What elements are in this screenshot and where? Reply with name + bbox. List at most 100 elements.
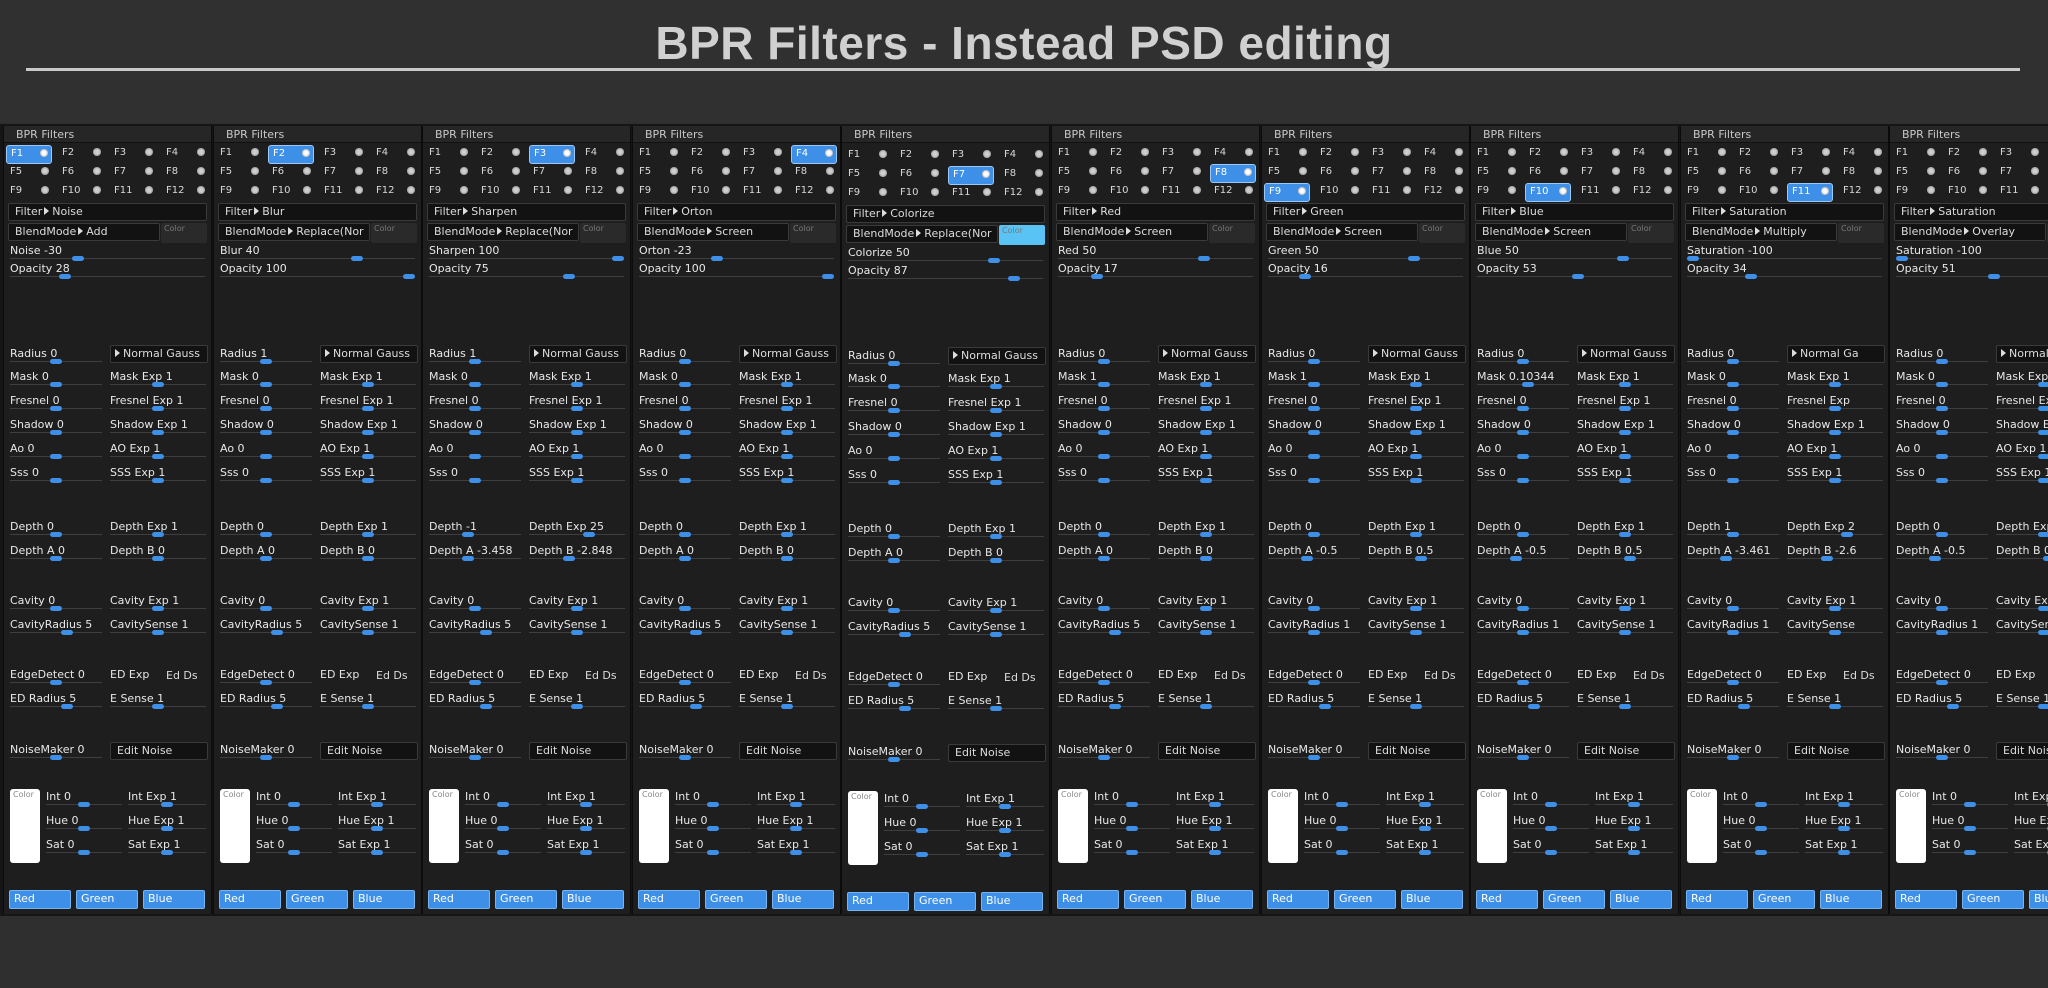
mask-slider[interactable]: Mask 0 [429,370,521,388]
shadow-slider-handle[interactable] [1308,430,1320,435]
ed-radius-slider-handle[interactable] [1738,704,1751,709]
ed-radius-slider[interactable]: ED Radius 5 [1268,692,1360,710]
red-button[interactable]: Red [1057,890,1119,909]
shadow-exp-slider[interactable]: Shadow Exp 1 [1787,418,1883,436]
e-sense-slider-handle[interactable] [1200,704,1212,709]
filter-slot-f7[interactable]: F7 [529,164,575,181]
cavity-slider[interactable]: Cavity 0 [1896,594,1988,612]
ed-exp-slider[interactable]: ED Exp [529,668,577,681]
sss-exp-slider[interactable]: SSS Exp 1 [1996,466,2048,484]
filter-slot-f8[interactable]: F8 [372,164,418,181]
sss-exp-slider[interactable]: SSS Exp 1 [529,466,625,484]
mask-slider-handle[interactable] [1098,382,1110,387]
cavity-radius-slider-handle[interactable] [271,630,284,635]
hue-exp-slider[interactable]: Hue Exp 1 [1595,814,1673,832]
strength-slider-handle[interactable] [1408,256,1421,261]
filter-type-select[interactable]: Filter Sharpen [427,203,626,221]
cavity-radius-slider-handle[interactable] [480,630,493,635]
radius-slider[interactable]: Radius 1 [429,347,521,365]
depth-exp-slider[interactable]: Depth Exp 1 [948,522,1044,540]
int-exp-slider[interactable]: Int Exp 1 [1595,790,1673,808]
noise-color-swatch[interactable]: Color [1477,789,1507,863]
green-button[interactable]: Green [1543,890,1605,909]
mask-exp-slider-handle[interactable] [2038,382,2048,387]
mask-slider-handle[interactable] [50,382,62,387]
fresnel-exp-slider-handle[interactable] [990,408,1002,413]
fresnel-exp-slider-handle[interactable] [571,406,583,411]
filter-type-select[interactable]: Filter Blue [1475,203,1674,221]
filter-slot-f12[interactable]: F12 [1629,183,1675,200]
edge-detect-slider[interactable]: EdgeDetect 0 [848,670,940,688]
filter-slot-f6[interactable]: F6 [1106,164,1152,181]
cavity-sense-slider-handle[interactable] [571,630,583,635]
green-button[interactable]: Green [1753,890,1815,909]
depth-b-slider[interactable]: Depth B 0.5 [1577,544,1673,562]
int-slider-handle[interactable] [497,802,509,807]
ao-slider-handle[interactable] [1936,454,1948,459]
fresnel-slider-handle[interactable] [1727,406,1739,411]
blue-button[interactable]: Blue [1820,890,1882,909]
int-slider-handle[interactable] [1126,802,1138,807]
e-sense-slider-handle[interactable] [1410,704,1422,709]
shadow-slider-handle[interactable] [1517,430,1529,435]
filter-slot-f9[interactable]: F9 [425,183,471,200]
gauss-mode-select[interactable]: Normal Gauss [1158,345,1256,363]
depth-b-slider[interactable]: Depth B 0.5 [1996,544,2048,562]
filter-color-swatch[interactable]: Color [1838,223,1884,243]
radius-slider[interactable]: Radius 0 [1687,347,1779,365]
cavity-slider-handle[interactable] [1098,606,1110,611]
mask-slider[interactable]: Mask 0 [639,370,731,388]
mask-slider[interactable]: Mask 0 [848,372,940,390]
filter-slot-f1[interactable]: F1 [1054,145,1100,162]
filter-slot-f1[interactable]: F1 [1473,145,1519,162]
int-exp-slider-handle[interactable] [1838,802,1850,807]
depth-slider-handle[interactable] [1308,532,1320,537]
depth-a-slider[interactable]: Depth A 0 [848,546,940,564]
strength-slider[interactable]: Red 50 [1058,244,1253,262]
depth-b-slider[interactable]: Depth B 0 [320,544,416,562]
shadow-exp-slider-handle[interactable] [990,432,1002,437]
filter-slot-f8[interactable]: F8 [162,164,208,181]
blendmode-select[interactable]: BlendMode Replace(Nor [427,223,579,241]
red-button[interactable]: Red [9,890,71,909]
ao-exp-slider[interactable]: AO Exp 1 [529,442,625,460]
depth-b-slider-handle[interactable] [781,556,793,561]
cavity-radius-slider[interactable]: CavityRadius 5 [10,618,102,636]
shadow-slider[interactable]: Shadow 0 [639,418,731,436]
depth-exp-slider-handle[interactable] [990,534,1002,539]
shadow-slider-handle[interactable] [679,430,691,435]
edge-detect-slider-handle[interactable] [1936,680,1948,685]
sat-slider[interactable]: Sat 0 [256,838,332,856]
sat-slider[interactable]: Sat 0 [465,838,541,856]
filter-slot-f2[interactable]: F2 [1316,145,1362,162]
mask-exp-slider[interactable]: Mask Exp 1 [529,370,625,388]
depth-exp-slider-handle[interactable] [582,532,595,537]
depth-exp-slider[interactable]: Depth Exp 1 [1158,520,1254,538]
filter-slot-f3[interactable]: F3 [948,147,994,164]
gauss-mode-select[interactable]: Normal Gauss [110,345,208,363]
filter-slot-f12[interactable]: F12 [581,183,627,200]
ao-exp-slider-handle[interactable] [781,454,793,459]
hue-exp-slider[interactable]: Hue Exp 1 [338,814,416,832]
filter-slot-f5[interactable]: F5 [216,164,262,181]
ao-exp-slider[interactable]: AO Exp 1 [320,442,416,460]
radius-slider-handle[interactable] [1517,359,1529,364]
filter-slot-f6[interactable]: F6 [1944,164,1990,181]
shadow-exp-slider-handle[interactable] [362,430,374,435]
cavity-sense-slider[interactable]: CavitySense 1 [110,618,206,636]
filter-slot-f1[interactable]: F1 [6,145,52,164]
cavity-slider-handle[interactable] [50,606,62,611]
strength-slider-handle[interactable] [72,256,85,261]
blue-button[interactable]: Blue [2029,890,2048,909]
shadow-exp-slider-handle[interactable] [1829,430,1841,435]
sss-slider-handle[interactable] [1308,478,1320,483]
ed-ds-button[interactable]: Ed Ds [160,668,206,684]
filter-slot-f9[interactable]: F9 [6,183,52,200]
filter-slot-f4[interactable]: F4 [1629,145,1675,162]
filter-slot-f7[interactable]: F7 [1368,164,1414,181]
filter-slot-f4[interactable]: F4 [791,145,837,164]
mask-slider[interactable]: Mask 0.10344 [1477,370,1569,388]
depth-slider-handle[interactable] [1936,532,1948,537]
int-exp-slider[interactable]: Int Exp 1 [757,790,835,808]
filter-slot-f7[interactable]: F7 [1996,164,2042,181]
